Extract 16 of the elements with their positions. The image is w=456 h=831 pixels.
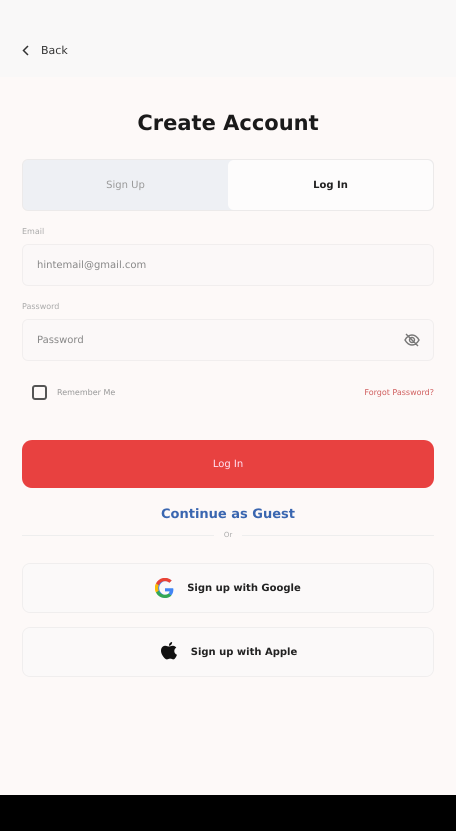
back-button[interactable]: Back [22, 44, 68, 57]
remember-label: Remember Me [57, 388, 116, 397]
email-field[interactable]: hintemail@gmail.com [22, 244, 434, 286]
forgot-password-link[interactable]: Forgot Password? [364, 388, 434, 397]
tab[interactable]: Log In [228, 160, 433, 210]
google-signup-button[interactable]: Sign up with Google [22, 563, 434, 613]
field-label: Email [22, 227, 46, 236]
remember-checkbox[interactable] [32, 385, 47, 400]
google-icon [155, 578, 176, 598]
chevron-left-icon [22, 45, 29, 56]
page-title: Create Account [136, 111, 320, 135]
eye-slash-icon[interactable] [404, 333, 420, 347]
guest-link[interactable]: Continue as Guest [155, 506, 301, 523]
field-label: Password [22, 302, 60, 311]
password-field[interactable]: Password [22, 319, 434, 361]
apple-signup-button[interactable]: Sign up with Apple [22, 627, 434, 677]
